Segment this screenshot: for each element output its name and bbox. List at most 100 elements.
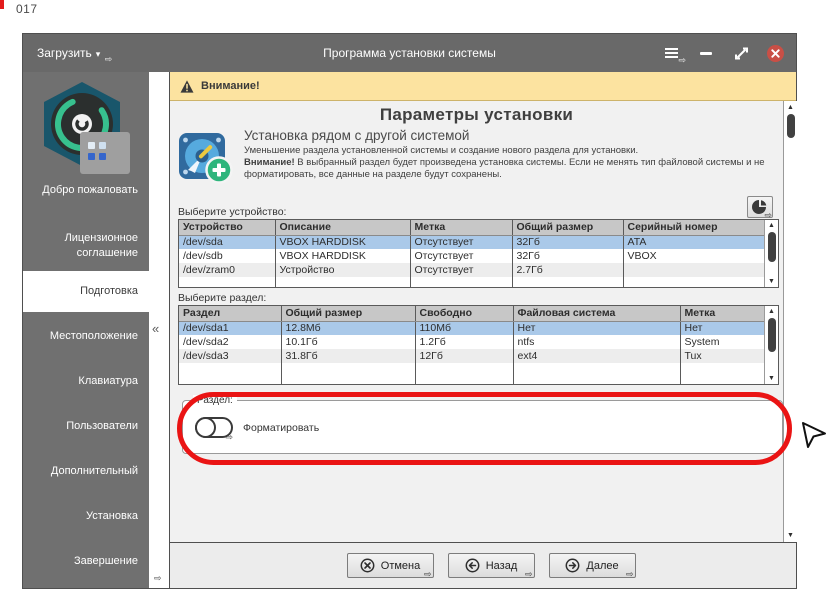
cell[interactable]: System xyxy=(680,335,766,349)
col-device[interactable]: Устройство xyxy=(179,220,276,236)
cell[interactable]: 110Мб xyxy=(415,321,514,335)
toggle-knob[interactable] xyxy=(195,417,216,438)
scroll-thumb[interactable] xyxy=(768,318,776,352)
col-size[interactable]: Общий размер xyxy=(512,220,624,236)
cell[interactable] xyxy=(623,263,766,277)
screenshot-number-label: 017 xyxy=(16,2,38,16)
cell[interactable]: Отсутствует xyxy=(410,235,513,249)
sidebar-item-license[interactable]: Лицензионное соглашение xyxy=(23,231,149,261)
shortcut-arrow-icon: ⇨ xyxy=(524,569,533,579)
screenshot-red-mark xyxy=(0,0,4,9)
minimize-button[interactable] xyxy=(697,44,715,62)
next-button[interactable]: Далее ⇨ xyxy=(548,553,636,579)
device-section-header: Выберите устройство: ⇨ xyxy=(178,194,775,220)
cell[interactable]: /dev/zram0 xyxy=(179,263,276,277)
partition-row-sda3[interactable]: /dev/sda3 31.8Гб 12Гб ext4 Tux xyxy=(179,349,766,363)
partition-row-sda1[interactable]: /dev/sda1 12.8Мб 110Мб Нет Нет xyxy=(179,321,766,335)
scroll-thumb[interactable] xyxy=(787,114,795,138)
cell[interactable]: ext4 xyxy=(513,349,681,363)
cell[interactable]: 2.7Гб xyxy=(512,263,624,277)
cell[interactable]: /dev/sda3 xyxy=(179,349,282,363)
cell[interactable]: 10.1Гб xyxy=(281,335,416,349)
col-free[interactable]: Свободно xyxy=(415,306,514,322)
scroll-up-icon[interactable]: ▲ xyxy=(784,102,797,113)
cell[interactable]: /dev/sda1 xyxy=(179,321,282,335)
warning-triangle-icon xyxy=(180,79,194,93)
cancel-button[interactable]: Отмена ⇨ xyxy=(346,553,434,579)
window-menu-button[interactable]: ⇨ xyxy=(662,44,686,65)
cell[interactable]: Нет xyxy=(680,321,766,335)
col-label[interactable]: Метка xyxy=(410,220,513,236)
format-toggle[interactable]: ⇨ xyxy=(195,417,233,442)
close-button[interactable] xyxy=(767,44,784,62)
device-row-zram0[interactable]: /dev/zram0 Устройство Отсутствует 2.7Гб xyxy=(179,263,766,277)
cell xyxy=(680,363,766,384)
device-table-header: Устройство Описание Метка Общий размер С… xyxy=(179,220,766,236)
sidebar-collapse-button[interactable]: « xyxy=(152,321,159,336)
cell[interactable]: 12Гб xyxy=(415,349,514,363)
sidebar-item-location[interactable]: Местоположение xyxy=(23,329,149,344)
scroll-down-icon[interactable]: ▼ xyxy=(765,373,778,384)
cell[interactable]: /dev/sda xyxy=(179,235,276,249)
cell[interactable]: VBOX HARDDISK xyxy=(275,235,411,249)
page-title: Параметры установки xyxy=(379,105,574,124)
col-partition[interactable]: Раздел xyxy=(179,306,282,322)
device-table-scrollbar[interactable]: ▲ ▼ xyxy=(764,220,778,287)
col-description[interactable]: Описание xyxy=(275,220,411,236)
scroll-down-icon[interactable]: ▼ xyxy=(765,276,778,287)
col-size[interactable]: Общий размер xyxy=(281,306,416,322)
disk-partition-icon xyxy=(179,133,233,184)
installer-logo-icon xyxy=(44,82,130,174)
sidebar-item-additional[interactable]: Дополнительный xyxy=(23,464,149,479)
back-button[interactable]: Назад ⇨ xyxy=(447,553,535,579)
sidebar-item-welcome[interactable]: Добро пожаловать xyxy=(23,183,149,198)
cell[interactable]: Отсутствует xyxy=(410,263,513,277)
scroll-down-icon[interactable]: ▼ xyxy=(784,530,797,541)
installer-window: Программа установки системы Загрузить ▾ … xyxy=(22,33,797,589)
empty-row xyxy=(179,277,766,287)
partition-row-sda2[interactable]: /dev/sda2 10.1Гб 1.2Гб ntfs System xyxy=(179,335,766,349)
sidebar-item-users[interactable]: Пользователи xyxy=(23,419,149,434)
device-row-sdb[interactable]: /dev/sdb VBOX HARDDISK Отсутствует 32Гб … xyxy=(179,249,766,263)
scroll-up-icon[interactable]: ▲ xyxy=(765,220,778,231)
install-mode-subtitle: Установка рядом с другой системой xyxy=(244,128,470,143)
device-row-sda[interactable]: /dev/sda VBOX HARDDISK Отсутствует 32Гб … xyxy=(179,235,766,249)
disk-usage-button[interactable]: ⇨ xyxy=(747,196,773,220)
cell[interactable]: ntfs xyxy=(513,335,681,349)
scroll-up-icon[interactable]: ▲ xyxy=(765,306,778,317)
sidebar-item-install[interactable]: Установка xyxy=(23,509,149,524)
cell[interactable]: 12.8Мб xyxy=(281,321,416,335)
install-mode-description: Уменьшение раздела установленной системы… xyxy=(244,145,775,181)
cell[interactable]: VBOX xyxy=(623,249,766,263)
cell[interactable]: 32Гб xyxy=(512,235,624,249)
sidebar-item-finish[interactable]: Завершение xyxy=(23,554,149,569)
cell[interactable]: Tux xyxy=(680,349,766,363)
cell[interactable]: Нет xyxy=(513,321,681,335)
partition-table-scrollbar[interactable]: ▲ ▼ xyxy=(764,306,778,384)
shortcut-arrow-icon: ⇨ xyxy=(225,432,233,442)
cell[interactable]: ATA xyxy=(623,235,766,249)
sidebar-item-keyboard[interactable]: Клавиатура xyxy=(23,374,149,389)
cell xyxy=(623,277,766,287)
cell[interactable]: VBOX HARDDISK xyxy=(275,249,411,263)
main-scrollbar[interactable]: ▲ ▼ xyxy=(783,101,797,542)
cell[interactable]: /dev/sda2 xyxy=(179,335,282,349)
cell[interactable]: 32Гб xyxy=(512,249,624,263)
cell[interactable]: Отсутствует xyxy=(410,249,513,263)
device-select-label: Выберите устройство: xyxy=(178,206,287,218)
cell[interactable]: /dev/sdb xyxy=(179,249,276,263)
col-label[interactable]: Метка xyxy=(680,306,766,322)
scroll-thumb[interactable] xyxy=(768,232,776,262)
maximize-button[interactable] xyxy=(732,44,750,62)
col-filesystem[interactable]: Файловая система xyxy=(513,306,681,322)
cell[interactable]: 31.8Гб xyxy=(281,349,416,363)
shortcut-arrow-icon: ⇨ xyxy=(104,54,113,64)
back-label: Назад xyxy=(485,559,518,572)
load-menu-button[interactable]: Загрузить ▾ ⇨ xyxy=(37,46,112,64)
cell[interactable]: 1.2Гб xyxy=(415,335,514,349)
col-serial[interactable]: Серийный номер xyxy=(623,220,766,236)
sidebar: Добро пожаловать Лицензионное соглашение… xyxy=(23,72,149,588)
cell[interactable]: Устройство xyxy=(275,263,411,277)
sidebar-item-preparation[interactable]: Подготовка xyxy=(23,271,149,312)
partition-table-header: Раздел Общий размер Свободно Файловая си… xyxy=(179,306,766,322)
